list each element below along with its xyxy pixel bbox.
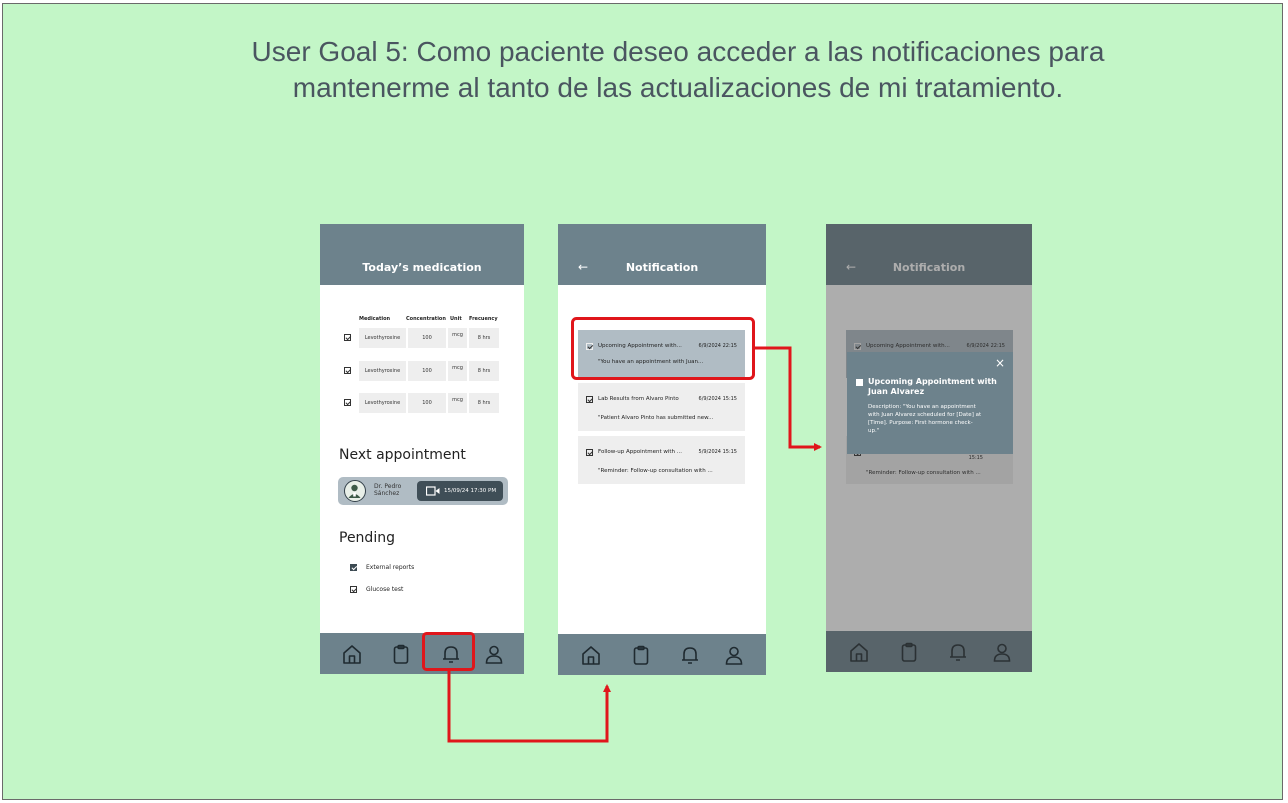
highlight-bell-box — [422, 632, 475, 671]
storyboard-canvas: User Goal 5: Como paciente deseo acceder… — [2, 3, 1283, 800]
flow-arrow-bell-to-list — [447, 670, 611, 743]
flow-arrow-list-to-detail — [754, 346, 822, 451]
flow-annotations — [422, 317, 822, 743]
highlight-notification-box — [571, 317, 755, 380]
